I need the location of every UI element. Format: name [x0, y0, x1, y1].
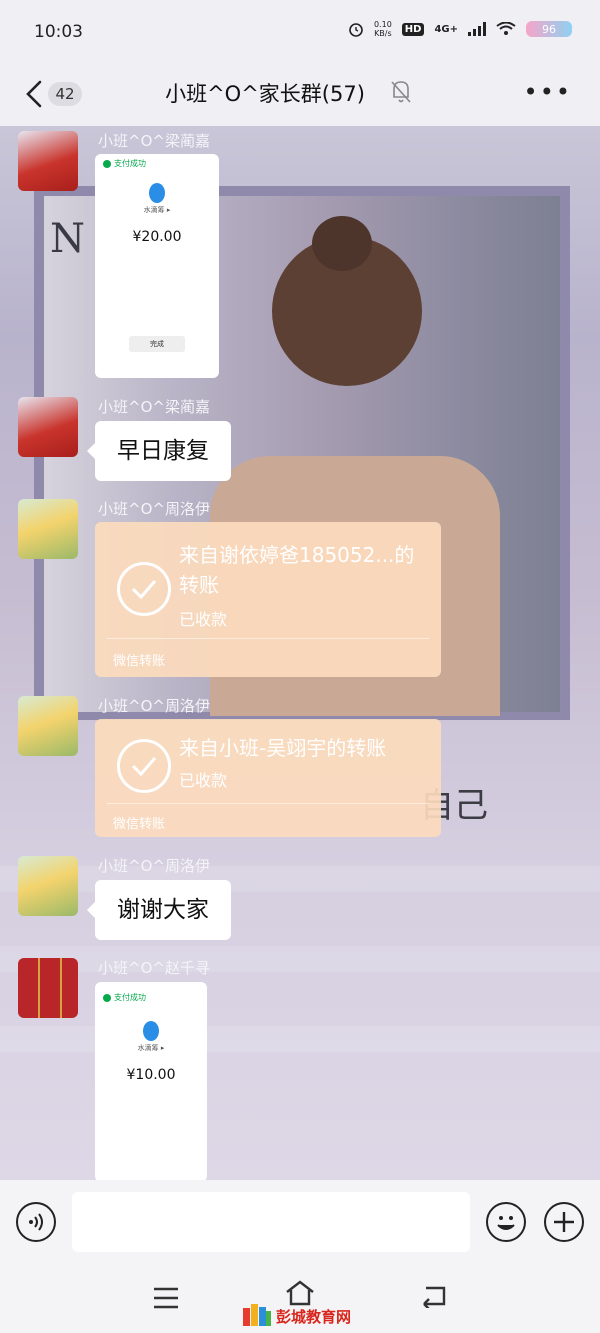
background-figure-bun — [312, 216, 372, 271]
check-icon — [103, 159, 111, 168]
chat-header: 42 小班^O^家长群(57) ••• — [0, 66, 600, 126]
text-message[interactable]: 早日康复 — [87, 421, 231, 481]
sender-name: 小班^O^梁蔺嘉 — [98, 398, 210, 416]
status-time: 10:03 — [34, 22, 83, 42]
status-icons: 0.10 KB/s HD 4G+ 96 — [348, 20, 572, 38]
voice-icon[interactable] — [16, 1202, 56, 1242]
alarm-icon — [349, 23, 363, 37]
battery-indicator: 96 — [526, 21, 572, 37]
payment-screenshot[interactable]: 支付成功 水滴筹 ▸ ¥10.00 — [95, 982, 207, 1180]
menu-icon[interactable] — [152, 1286, 180, 1310]
merchant-logo — [143, 1021, 159, 1041]
unread-count-badge[interactable]: 42 — [48, 82, 82, 106]
background-stripe — [0, 1026, 600, 1052]
merchant-logo — [149, 183, 165, 203]
payment-amount: ¥20.00 — [132, 229, 182, 245]
transfer-message[interactable]: 来自谢依婷爸185052...的转账 已收款 微信转账 — [95, 522, 441, 677]
return-icon[interactable] — [420, 1284, 448, 1308]
sender-name: 小班^O^周洛伊 — [98, 500, 210, 518]
signal-label: 4G+ — [434, 23, 458, 35]
net-speed: 0.10 KB/s — [373, 20, 392, 38]
watermark-logo — [243, 1304, 271, 1326]
transfer-message[interactable]: 来自小班-吴翊宇的转账 已收款 微信转账 — [95, 719, 441, 837]
check-icon — [103, 993, 111, 1002]
transfer-title: 来自小班-吴翊宇的转账 — [179, 736, 387, 760]
watermark-text: 彭城教育网 — [276, 1308, 352, 1326]
sender-name: 小班^O^梁蔺嘉 — [98, 132, 210, 150]
mute-bell-icon — [391, 81, 411, 103]
divider — [107, 803, 429, 804]
emoji-icon[interactable] — [486, 1202, 526, 1242]
payment-amount: ¥10.00 — [126, 1067, 176, 1083]
check-icon — [117, 562, 171, 616]
sender-name: 小班^O^周洛伊 — [98, 697, 210, 715]
system-nav-bar: 彭城教育网 — [0, 1262, 600, 1333]
background-photo-sign: N — [50, 216, 85, 262]
chat-title: 小班^O^家长群(57) — [165, 82, 365, 106]
check-icon — [117, 739, 171, 793]
transfer-footer: 微信转账 — [113, 654, 166, 669]
merchant-name: 水滴筹 ▸ — [137, 1044, 165, 1052]
text-message[interactable]: 谢谢大家 — [87, 880, 231, 940]
wifi-icon — [496, 22, 516, 35]
home-icon[interactable] — [284, 1280, 316, 1306]
input-bar — [0, 1180, 600, 1262]
avatar[interactable] — [18, 131, 78, 191]
pay-status: 支付成功 — [95, 154, 219, 173]
transfer-footer: 微信转账 — [113, 817, 166, 832]
divider — [107, 638, 429, 639]
background-stripe — [0, 946, 600, 972]
back-arrow-icon[interactable] — [22, 78, 46, 110]
message-input[interactable] — [72, 1192, 470, 1252]
chat-area[interactable]: N 自己 小班^O^梁蔺嘉 支付成功 水滴筹 ▸ ¥20.00 完成 小班^O^… — [0, 126, 600, 1180]
signal-icon — [468, 22, 486, 36]
done-button: 完成 — [129, 336, 185, 352]
sender-name: 小班^O^周洛伊 — [98, 857, 210, 875]
more-icon[interactable]: ••• — [524, 78, 572, 106]
plus-icon[interactable] — [544, 1202, 584, 1242]
status-bar: 10:03 0.10 KB/s HD 4G+ 96 — [0, 0, 600, 66]
background-stripe — [0, 866, 600, 892]
transfer-status: 已收款 — [179, 610, 228, 629]
avatar[interactable] — [18, 499, 78, 559]
avatar[interactable] — [18, 397, 78, 457]
transfer-status: 已收款 — [179, 771, 228, 790]
pay-status: 支付成功 — [95, 988, 207, 1007]
avatar[interactable] — [18, 696, 78, 756]
sender-name: 小班^O^赵千寻 — [98, 959, 210, 977]
avatar[interactable] — [18, 958, 78, 1018]
hd-badge: HD — [401, 22, 425, 36]
transfer-title: 来自谢依婷爸185052...的转账 — [179, 543, 415, 597]
avatar[interactable] — [18, 856, 78, 916]
merchant-name: 水滴筹 ▸ — [143, 206, 171, 214]
payment-screenshot[interactable]: 支付成功 水滴筹 ▸ ¥20.00 完成 — [95, 154, 219, 378]
